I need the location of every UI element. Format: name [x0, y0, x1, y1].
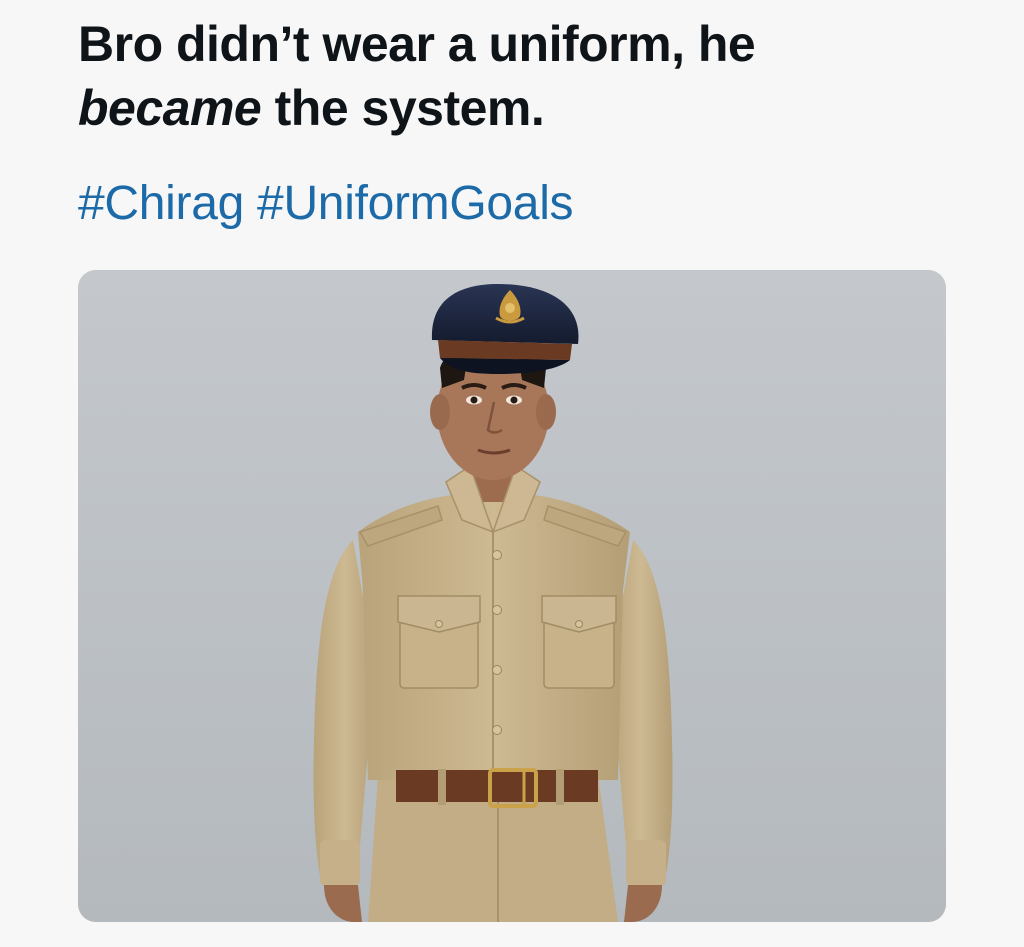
post-image[interactable]: [78, 270, 946, 922]
hashtags: #Chirag #UniformGoals: [78, 172, 574, 236]
emphasis-text: became: [78, 80, 262, 136]
hashtag-link[interactable]: #UniformGoals: [257, 177, 574, 230]
hashtag-link[interactable]: #Chirag: [78, 177, 244, 230]
post-text-line-2-rest: the system.: [261, 80, 545, 136]
uniform-portrait-illustration: [78, 270, 946, 922]
belt: [396, 770, 598, 802]
post-text-line-1: Bro didn’t wear a uniform, he: [78, 16, 756, 72]
hashtag-separator: [244, 177, 257, 230]
post-text: Bro didn’t wear a uniform, he became the…: [78, 12, 978, 140]
post: Bro didn’t wear a uniform, he became the…: [0, 0, 1024, 947]
post-text-line-2: became the system.: [78, 76, 978, 140]
